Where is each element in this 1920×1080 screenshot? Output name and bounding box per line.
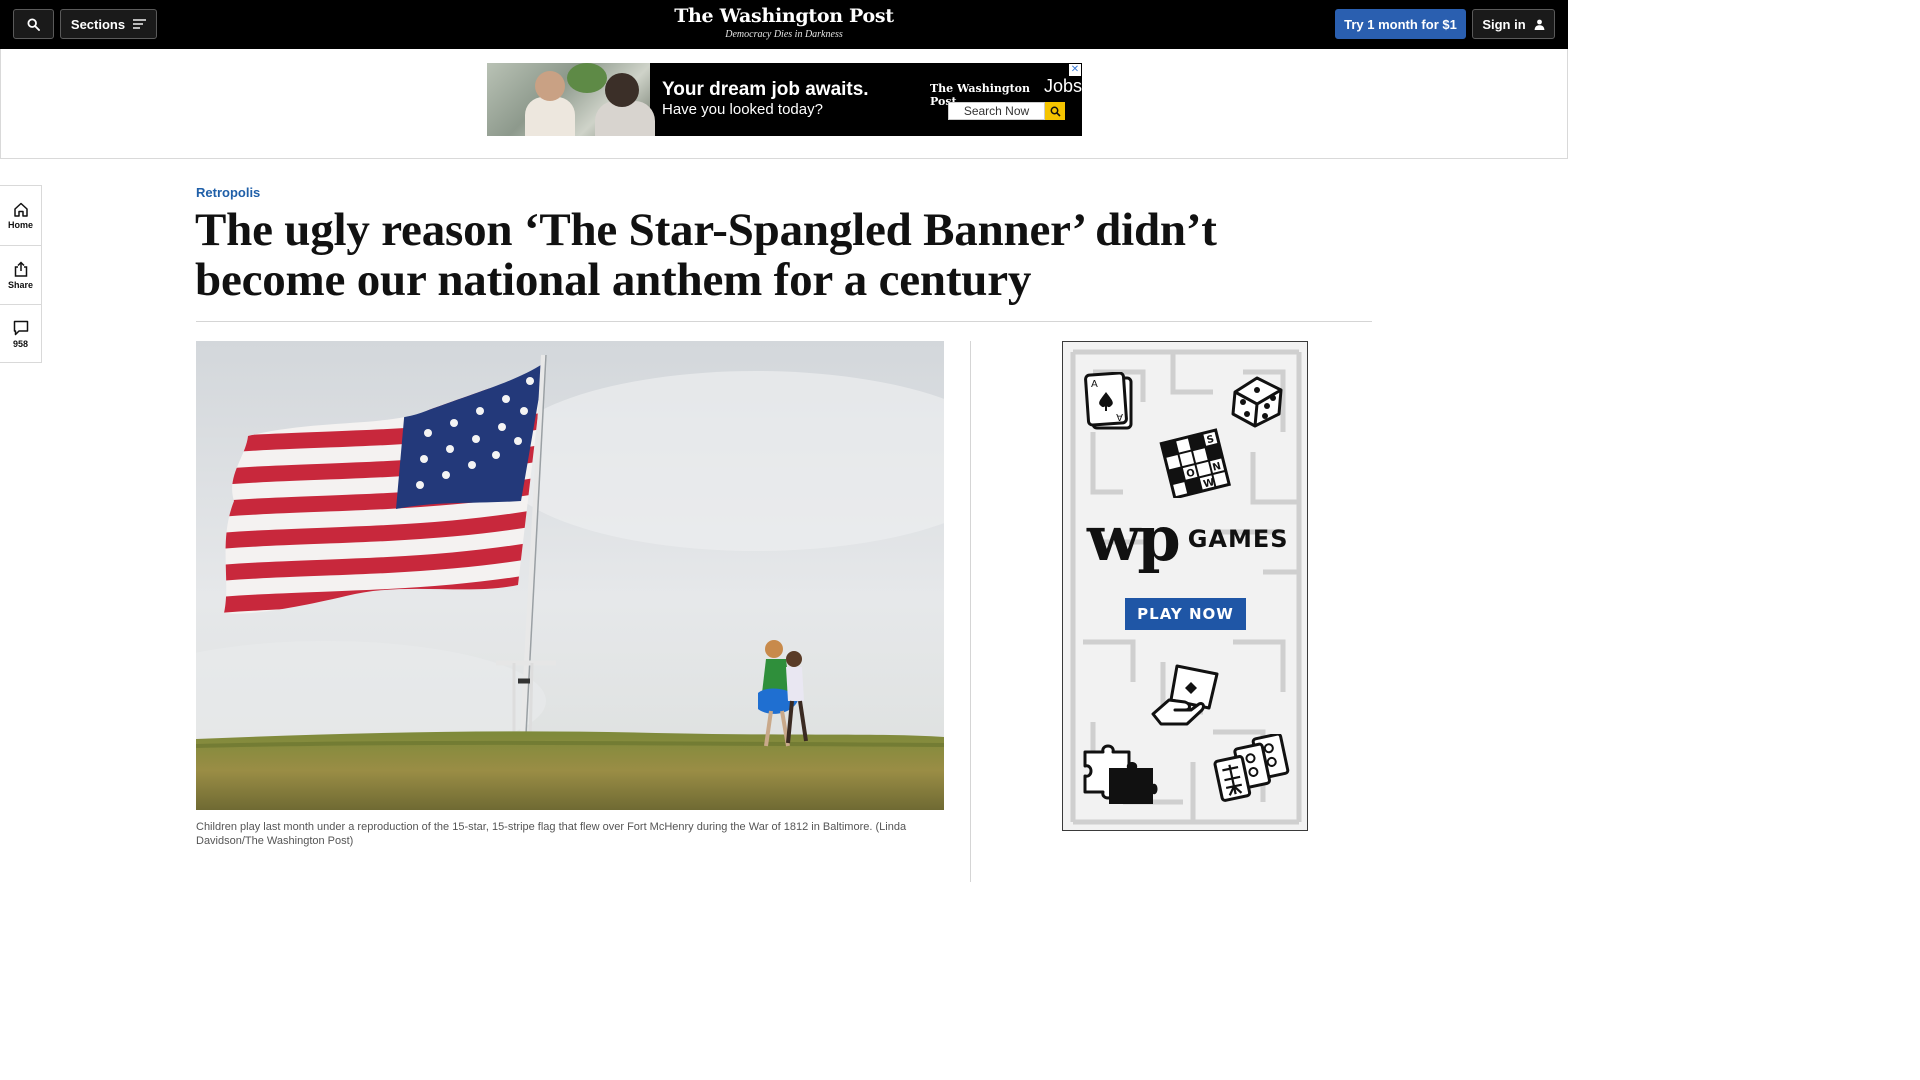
crossword-icon: S O N W <box>1159 428 1231 498</box>
article-hero-image[interactable] <box>196 341 944 810</box>
ad-subline: Have you looked today? <box>662 101 823 118</box>
ad-close-icon[interactable]: ✕ <box>1069 64 1081 76</box>
top-navigation-bar: Sections The Washington Post Democracy D… <box>0 0 1568 49</box>
headline-divider <box>196 321 1372 322</box>
comment-icon <box>13 320 28 335</box>
rail-home-label: Home <box>7 219 33 230</box>
jobs-ad-banner[interactable]: Your dream job awaits. Have you looked t… <box>487 63 1082 136</box>
puzzle-piece-icon <box>1083 744 1158 804</box>
masthead[interactable]: The Washington Post Democracy Dies in Da… <box>0 4 1568 42</box>
games-ad[interactable]: A A S O N W wp GAMES PLAY NOW <box>1062 341 1308 831</box>
advertisement-band: Your dream job awaits. Have you looked t… <box>0 49 1568 159</box>
card-letter-bottom: A <box>1116 411 1123 422</box>
masthead-logo[interactable]: The Washington Post <box>0 4 1568 28</box>
column-divider <box>970 341 971 882</box>
rail-share-label: Share <box>7 279 33 290</box>
article-headline: The ugly reason ‘The Star-Spangled Banne… <box>195 204 1217 306</box>
mahjong-tiles-icon <box>1213 734 1290 802</box>
search-icon <box>1050 106 1061 117</box>
left-action-rail: Home Share 958 <box>0 185 42 363</box>
sign-in-button[interactable]: Sign in <box>1472 9 1555 39</box>
rail-comment-count: 958 <box>12 338 29 349</box>
home-icon <box>13 202 28 217</box>
ad-brand-product: Jobs <box>1043 76 1082 96</box>
ad-handshake-photo <box>487 63 655 136</box>
share-icon <box>14 260 27 277</box>
ad-search-button[interactable] <box>1045 102 1065 120</box>
rail-home-button[interactable]: Home <box>0 186 41 245</box>
hero-image-caption: Children play last month under a reprodu… <box>196 821 907 847</box>
hand-card-icon <box>1151 664 1219 726</box>
play-now-button[interactable]: PLAY NOW <box>1125 598 1246 630</box>
wp-games-logo: wp GAMES <box>1087 504 1289 574</box>
rail-comments-button[interactable]: 958 <box>0 304 41 363</box>
article-kicker-link[interactable]: Retropolis <box>196 185 260 200</box>
dice-icon <box>1231 376 1283 428</box>
playing-card-icon: A A <box>1084 372 1133 430</box>
wp-logo: wp <box>1087 502 1181 575</box>
user-icon <box>1534 19 1545 30</box>
sign-in-label: Sign in <box>1482 16 1526 32</box>
masthead-tagline: Democracy Dies in Darkness <box>725 29 843 40</box>
ad-search-field[interactable]: Search Now <box>948 102 1045 120</box>
games-wordmark: GAMES <box>1187 525 1289 553</box>
subscribe-button[interactable]: Try 1 month for $1 <box>1335 9 1466 39</box>
card-letter-top: A <box>1091 379 1098 390</box>
ad-headline: Your dream job awaits. <box>662 79 869 100</box>
rail-share-button[interactable]: Share <box>0 245 41 304</box>
